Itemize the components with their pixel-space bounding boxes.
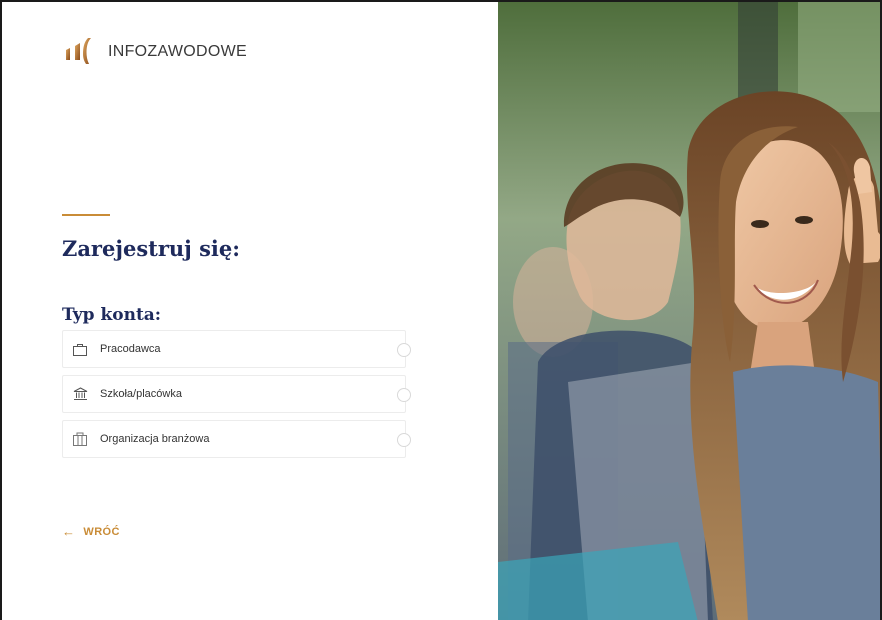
school-building-icon [72,386,88,402]
hero-photo [498,2,880,620]
arrow-left-icon: ← [62,524,76,539]
registration-page: INFOZAWODOWE Zarejestruj się: Typ konta:… [0,0,882,620]
back-label: WRÓĆ [83,525,120,538]
option-label: Pracodawca [100,343,161,355]
briefcase-icon [72,341,88,357]
logo-mark-icon [66,38,91,64]
students-photo-illustration [498,2,880,620]
option-label: Szkoła/placówka [100,388,182,400]
brand-name: INFOZAWODOWE [108,43,247,60]
back-link[interactable]: ← WRÓĆ [62,524,120,539]
organization-building-icon [72,431,88,447]
account-type-label: Typ konta: [62,305,162,325]
account-type-option-organization[interactable]: Organizacja branżowa [62,420,411,458]
account-type-options: Pracodawca Szkoła/placówka Organizacja b… [62,330,411,465]
brand-logo[interactable]: INFOZAWODOWE [62,36,247,68]
option-radio[interactable] [397,343,411,357]
account-type-option-employer[interactable]: Pracodawca [62,330,411,368]
option-radio[interactable] [397,433,411,447]
registration-panel: INFOZAWODOWE Zarejestruj się: Typ konta:… [2,2,496,620]
account-type-option-school[interactable]: Szkoła/placówka [62,375,411,413]
option-radio[interactable] [397,388,411,402]
page-title: Zarejestruj się: [62,236,240,261]
accent-divider [62,214,110,216]
option-label: Organizacja branżowa [100,433,210,445]
